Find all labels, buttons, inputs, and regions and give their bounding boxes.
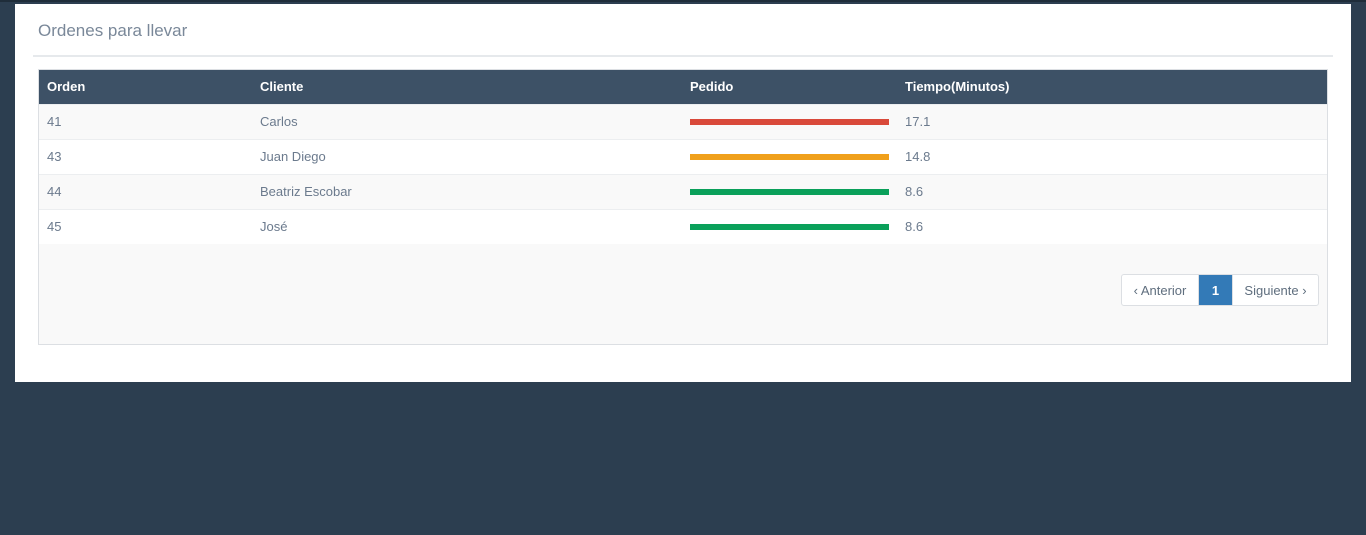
next-page-button[interactable]: Siguiente › xyxy=(1232,275,1318,305)
cell-cliente: Carlos xyxy=(252,103,682,139)
column-header-orden[interactable]: Orden xyxy=(39,70,252,104)
pedido-progress-bar xyxy=(690,223,889,230)
cell-orden: 45 xyxy=(39,208,252,244)
title-divider xyxy=(33,55,1333,57)
cell-orden: 41 xyxy=(39,103,252,139)
cell-pedido xyxy=(682,138,897,174)
table-row[interactable]: 44 Beatriz Escobar 8.6 xyxy=(39,173,1327,209)
cell-cliente: José xyxy=(252,208,682,244)
column-header-cliente[interactable]: Cliente xyxy=(252,70,682,104)
table-row[interactable]: 45 José 8.6 xyxy=(39,208,1327,244)
previous-page-button[interactable]: ‹ Anterior xyxy=(1122,275,1199,305)
cell-tiempo: 17.1 xyxy=(897,103,1327,139)
panel-title: Ordenes para llevar xyxy=(38,21,188,40)
pedido-progress-bar xyxy=(690,118,889,125)
orders-panel: Ordenes para llevar Orden Cliente Pedido… xyxy=(15,4,1351,382)
cell-tiempo: 14.8 xyxy=(897,138,1327,174)
column-header-pedido[interactable]: Pedido xyxy=(682,70,897,104)
orders-table: Orden Cliente Pedido Tiempo(Minutos) 41 … xyxy=(39,70,1327,244)
cell-tiempo: 8.6 xyxy=(897,173,1327,209)
cell-orden: 44 xyxy=(39,173,252,209)
cell-pedido xyxy=(682,208,897,244)
pedido-progress-bar xyxy=(690,188,889,195)
column-header-tiempo[interactable]: Tiempo(Minutos) xyxy=(897,70,1327,104)
page-1-button[interactable]: 1 xyxy=(1199,275,1232,305)
orders-table-container: Orden Cliente Pedido Tiempo(Minutos) 41 … xyxy=(38,69,1328,345)
table-row[interactable]: 41 Carlos 17.1 xyxy=(39,103,1327,139)
table-row[interactable]: 43 Juan Diego 14.8 xyxy=(39,138,1327,174)
table-header-row: Orden Cliente Pedido Tiempo(Minutos) xyxy=(39,70,1327,104)
cell-orden: 43 xyxy=(39,138,252,174)
cell-pedido xyxy=(682,173,897,209)
cell-tiempo: 8.6 xyxy=(897,208,1327,244)
cell-pedido xyxy=(682,103,897,139)
cell-cliente: Juan Diego xyxy=(252,138,682,174)
pedido-progress-bar xyxy=(690,153,889,160)
cell-cliente: Beatriz Escobar xyxy=(252,173,682,209)
top-border xyxy=(0,0,1366,2)
pagination: ‹ Anterior 1 Siguiente › xyxy=(1121,274,1319,306)
